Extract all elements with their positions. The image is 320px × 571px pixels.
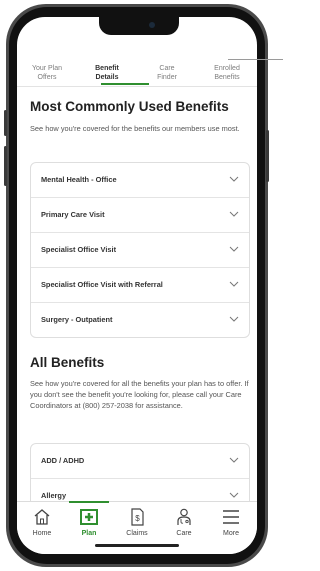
tab-your-plan-offers[interactable]: Your Plan Offers [17,64,77,82]
benefit-label: Primary Care Visit [41,210,105,219]
chevron-down-icon [229,176,239,182]
nav-label: Plan [81,530,97,537]
chevron-down-icon [229,246,239,252]
chevron-down-icon [229,457,239,463]
all-benefits-heading: All Benefits [30,355,105,370]
benefit-label: Surgery - Outpatient [41,315,113,324]
benefit-label: Specialist Office Visit with Referral [41,280,163,289]
nav-home[interactable]: Home [19,502,65,542]
tab-label-line2: Offers [37,74,57,81]
benefit-label: Specialist Office Visit [41,245,117,254]
home-icon [34,509,50,525]
nav-more[interactable]: More [208,502,254,542]
tab-label-line2: Finder [157,74,177,81]
common-benefits-list: Mental Health - Office Primary Care Visi… [30,162,250,338]
phone-side-button [4,146,7,186]
claims-icon: $ [131,508,144,526]
nav-label: Claims [126,530,148,537]
nav-label: Home [32,530,52,537]
care-icon [177,508,191,525]
benefit-row[interactable]: Specialist Office Visit [31,233,249,268]
chevron-down-icon [229,316,239,322]
benefit-row[interactable]: Primary Care Visit [31,198,249,233]
camera-dot [149,22,155,28]
benefit-label: Allergy [41,491,67,500]
nav-plan[interactable]: Plan [66,501,112,542]
all-benefits-description: See how you're covered for all the benef… [30,379,249,410]
benefit-row[interactable]: Specialist Office Visit with Referral [31,268,249,303]
tab-care-finder[interactable]: Care Finder [137,64,197,82]
plan-icon [80,509,98,525]
tab-label-line1: Your Plan [31,65,63,72]
phone-screen: Your Plan Offers Benefit Details Care Fi… [17,17,257,554]
benefit-row[interactable]: Mental Health - Office [31,163,249,198]
benefit-row[interactable]: Surgery - Outpatient [31,303,249,337]
chevron-down-icon [229,281,239,287]
active-tab-indicator [101,83,149,85]
benefit-row[interactable]: ADD / ADHD [31,444,249,479]
callout-line [228,59,283,60]
benefit-label: ADD / ADHD [41,456,85,465]
common-benefits-heading: Most Commonly Used Benefits [30,99,229,114]
phone-notch [99,17,179,35]
nav-care[interactable]: Care [161,502,207,542]
benefit-label: Mental Health - Office [41,175,117,184]
svg-text:$: $ [135,514,140,523]
active-nav-indicator [69,501,109,503]
menu-icon [223,510,239,524]
tab-label-line1: Care [159,65,175,72]
phone-side-button [4,110,7,136]
nav-claims[interactable]: $ Claims [114,502,160,542]
phone-side-button [266,130,269,182]
home-indicator [95,544,179,547]
tab-label-line1: Benefit [95,65,119,72]
nav-label: Care [176,530,192,537]
tab-label-line2: Details [95,74,119,81]
tab-bar: Your Plan Offers Benefit Details Care Fi… [17,44,257,87]
tab-enrolled-benefits[interactable]: Enrolled Benefits [197,64,257,82]
tab-label-line1: Enrolled [214,65,240,72]
chevron-down-icon [229,492,239,498]
nav-label: More [223,530,239,537]
chevron-down-icon [229,211,239,217]
common-benefits-description: See how you're covered for the benefits … [30,124,240,133]
tab-benefit-details[interactable]: Benefit Details [77,64,137,82]
tab-label-line2: Benefits [214,74,240,81]
